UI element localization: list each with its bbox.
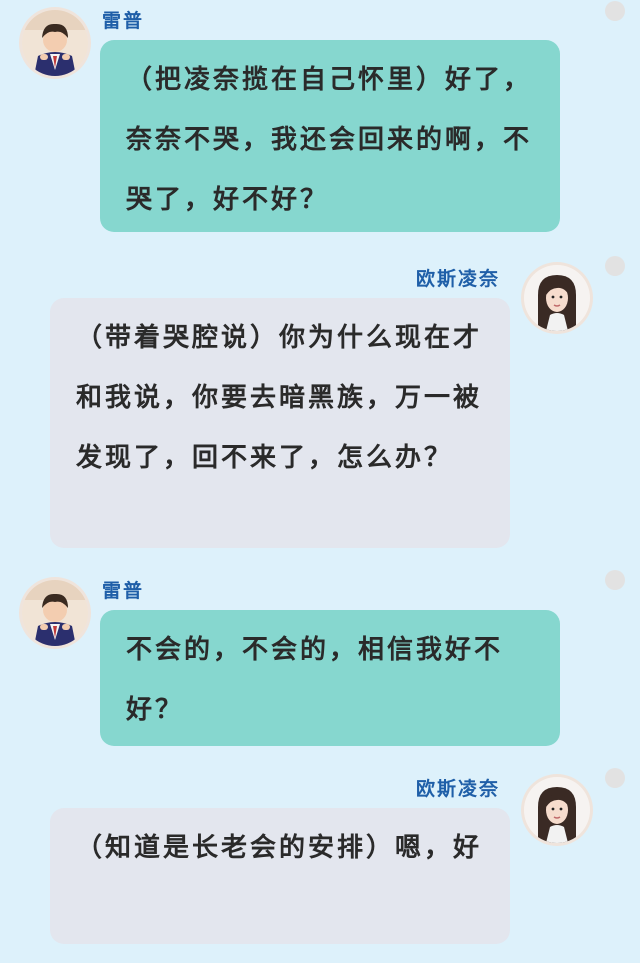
chat-message-1: 雷普 （把凌奈揽在自己怀里）好了，奈奈不哭，我还会回来的啊，不哭了，好不好？ [0, 0, 640, 240]
status-dot [605, 768, 625, 788]
message-bubble[interactable]: 不会的，不会的，相信我好不好？ [100, 610, 560, 746]
message-bubble[interactable]: （知道是长老会的安排）嗯，好 [50, 808, 510, 944]
status-dot [605, 570, 625, 590]
status-dot [605, 256, 625, 276]
sender-name: 雷普 [102, 580, 145, 602]
girl-avatar-icon[interactable] [524, 265, 590, 331]
sender-name: 欧斯凌奈 [416, 268, 501, 290]
boy-avatar-icon[interactable] [22, 580, 88, 646]
chat-message-2: 欧斯凌奈 （带着哭腔说）你为什么现在才和我说，你要去暗黑族，万一被发现了，回不来… [0, 250, 640, 560]
chat-message-3: 雷普 不会的，不会的，相信我好不好？ [0, 570, 640, 750]
status-dot [605, 1, 625, 21]
message-bubble[interactable]: （带着哭腔说）你为什么现在才和我说，你要去暗黑族，万一被发现了，回不来了，怎么办… [50, 298, 510, 548]
girl-avatar-icon[interactable] [524, 777, 590, 843]
boy-avatar-icon[interactable] [22, 10, 88, 76]
message-bubble[interactable]: （把凌奈揽在自己怀里）好了，奈奈不哭，我还会回来的啊，不哭了，好不好？ [100, 40, 560, 232]
sender-name: 雷普 [102, 10, 145, 32]
sender-name: 欧斯凌奈 [416, 778, 501, 800]
chat-message-4: 欧斯凌奈 （知道是长老会的安排）嗯，好 [0, 762, 640, 962]
